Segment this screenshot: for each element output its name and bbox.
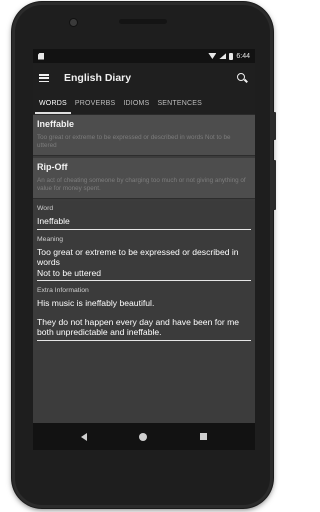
search-icon[interactable] [237, 73, 247, 83]
app-bar: English Diary [33, 63, 255, 93]
word-card-title: Rip-Off [37, 162, 68, 172]
extra-line: His music is ineffably beautiful. [37, 298, 155, 308]
extra-line: They do not happen every day and have be… [37, 316, 240, 338]
tab-sentences[interactable]: SENTENCES [153, 93, 206, 114]
sd-card-icon [38, 52, 44, 60]
word-detail-panel: Word Ineffable Meaning Too great or extr… [33, 201, 255, 341]
word-card-rip-off[interactable]: Rip-Off An act of cheating someone by ch… [33, 158, 255, 199]
word-card-title: Ineffable [37, 119, 75, 129]
word-label: Word [37, 205, 54, 212]
tab-idioms[interactable]: IDIOMS [119, 93, 153, 114]
back-icon[interactable] [81, 432, 88, 441]
home-icon[interactable] [139, 432, 148, 441]
earpiece-speaker [119, 19, 167, 24]
power-button [273, 112, 276, 140]
battery-icon [229, 52, 234, 60]
meaning-line: Too great or extreme to be expressed or … [37, 246, 239, 268]
tab-proverbs[interactable]: PROVERBS [71, 93, 120, 114]
meaning-field[interactable]: Too great or extreme to be expressed or … [37, 246, 251, 281]
word-field[interactable]: Ineffable [37, 216, 251, 230]
app-title: English Diary [64, 72, 132, 84]
tab-words[interactable]: WORDS [35, 93, 71, 114]
word-card-description: An act of cheating someone by charging t… [37, 177, 246, 192]
extra-information-field[interactable]: His music is ineffably beautiful. They d… [37, 298, 251, 341]
app-screen: 6:44 English Diary WORDS PROVERBS IDIOMS… [33, 49, 255, 450]
word-card-description: Too great or extreme to be expressed or … [37, 134, 231, 149]
volume-button [273, 160, 276, 210]
extra-information-label: Extra Information [37, 287, 89, 294]
front-camera [69, 18, 78, 27]
wifi-icon [208, 53, 217, 59]
recent-apps-icon[interactable] [199, 433, 207, 440]
hamburger-menu-icon[interactable] [39, 74, 49, 82]
navigation-bar [33, 423, 255, 450]
meaning-line: Not to be uttered [37, 267, 102, 278]
tab-bar: WORDS PROVERBS IDIOMS SENTENCES [33, 93, 255, 115]
word-card-ineffable[interactable]: Ineffable Too great or extreme to be exp… [33, 115, 255, 156]
meaning-label: Meaning [37, 235, 64, 243]
status-time: 6:44 [236, 52, 250, 60]
signal-icon [219, 53, 227, 59]
status-bar: 6:44 [33, 49, 255, 63]
